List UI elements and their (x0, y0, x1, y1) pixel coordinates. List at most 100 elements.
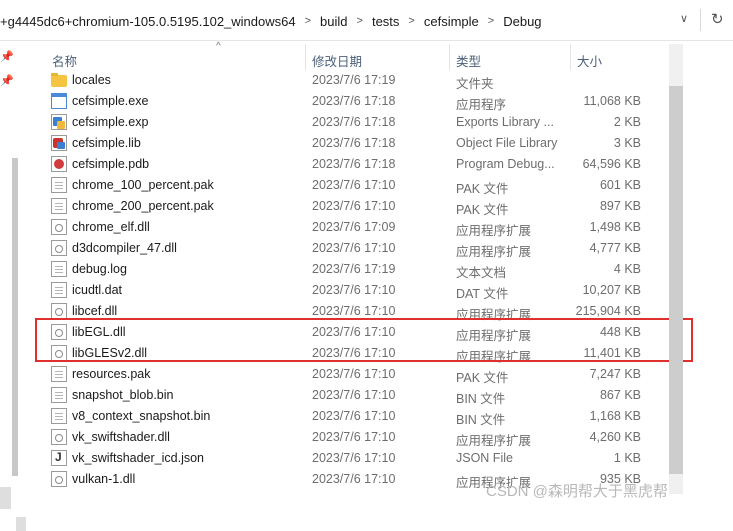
file-row[interactable]: chrome_elf.dll 2023/7/6 17:09 应用程序扩展 1,498 … (44, 217, 669, 238)
file-icon (51, 387, 67, 403)
chevron-right-icon[interactable]: > (408, 15, 414, 27)
file-row[interactable]: locales 2023/7/6 17:19 文件夹 (44, 70, 669, 91)
file-type: BIN 文件 (456, 392, 506, 406)
breadcrumb-item[interactable]: Debug (503, 14, 541, 29)
chevron-right-icon[interactable]: > (305, 15, 311, 27)
file-date: 2023/7/6 17:10 (312, 199, 396, 213)
file-row[interactable]: icudtl.dat 2023/7/6 17:10 DAT 文件 10,207 KB (44, 280, 669, 301)
file-row[interactable]: chrome_200_percent.pak 2023/7/6 17:10 PAK … (44, 196, 669, 217)
file-row[interactable]: v8_context_snapshot.bin 2023/7/6 17:10 BIN… (44, 406, 669, 427)
nav-scrollbar[interactable] (12, 158, 18, 476)
file-type: PAK 文件 (456, 203, 509, 217)
nav-item[interactable] (0, 487, 11, 509)
file-size: 64,596 KB (582, 157, 641, 171)
file-name: d3dcompiler_47.dll (72, 241, 177, 255)
file-size: 11,068 KB (583, 94, 641, 108)
file-icon (51, 282, 67, 298)
file-type: 文件夹 (456, 77, 494, 91)
file-type: 应用程序扩展 (456, 434, 532, 448)
column-name[interactable]: 名称 (52, 51, 77, 70)
column-header: ^ 名称 修改日期 类型 大小 (44, 41, 669, 70)
breadcrumb-item[interactable]: build (320, 14, 347, 29)
file-row[interactable]: snapshot_blob.bin 2023/7/6 17:10 BIN 文件 867… (44, 385, 669, 406)
sort-ascending-icon: ^ (216, 41, 221, 52)
file-date: 2023/7/6 17:10 (312, 283, 396, 297)
file-date: 2023/7/6 17:10 (312, 430, 396, 444)
chevron-down-icon[interactable]: ∨ (680, 12, 688, 25)
file-icon (51, 366, 67, 382)
file-date: 2023/7/6 17:10 (312, 388, 396, 402)
file-size: 215,904 KB (575, 304, 641, 318)
breadcrumb-item[interactable]: +g4445dc6+chromium-105.0.5195.102_window… (0, 14, 296, 29)
dll-icon (51, 219, 67, 235)
file-name: chrome_elf.dll (72, 220, 150, 234)
dll-icon (51, 429, 67, 445)
file-name: cefsimple.exe (72, 94, 149, 108)
pin-icon[interactable]: 📌 (0, 74, 14, 87)
file-size: 10,207 KB (582, 283, 641, 297)
column-divider[interactable] (449, 44, 450, 70)
scrollbar-thumb[interactable] (669, 86, 683, 474)
file-size: 7,247 KB (589, 367, 641, 381)
file-icon (51, 198, 67, 214)
file-row[interactable]: vk_swiftshader_icd.json 2023/7/6 17:10 JSO… (44, 448, 669, 469)
file-row[interactable]: cefsimple.lib 2023/7/6 17:18 Object File L… (44, 133, 669, 154)
file-row[interactable]: debug.log 2023/7/6 17:19 文本文档 4 KB (44, 259, 669, 280)
file-type: 文本文档 (456, 266, 507, 280)
file-name: debug.log (72, 262, 127, 276)
file-date: 2023/7/6 17:10 (312, 178, 396, 192)
chevron-right-icon[interactable]: > (357, 15, 363, 27)
file-name: cefsimple.pdb (72, 157, 150, 171)
file-row[interactable]: vk_swiftshader.dll 2023/7/6 17:10 应用程序扩展 4,… (44, 427, 669, 448)
column-divider[interactable] (305, 44, 306, 70)
file-name: v8_context_snapshot.bin (72, 409, 211, 423)
file-date: 2023/7/6 17:18 (312, 136, 396, 150)
breadcrumb-item[interactable]: cefsimple (424, 14, 479, 29)
exe-icon (51, 93, 67, 109)
file-type: DAT 文件 (456, 287, 509, 301)
file-row[interactable]: cefsimple.exp 2023/7/6 17:18 Exports Libra… (44, 112, 669, 133)
file-row[interactable]: cefsimple.pdb 2023/7/6 17:18 Program Debug… (44, 154, 669, 175)
file-name: locales (72, 73, 111, 87)
nav-item[interactable] (16, 517, 26, 531)
file-row[interactable]: d3dcompiler_47.dll 2023/7/6 17:10 应用程序扩展 4,… (44, 238, 669, 259)
file-size: 601 KB (599, 178, 641, 192)
watermark: CSDN @森明帮大于黑虎帮 (486, 483, 668, 500)
file-name: vk_swiftshader.dll (72, 430, 170, 444)
breadcrumb-item[interactable]: tests (372, 14, 399, 29)
file-date: 2023/7/6 17:18 (312, 115, 396, 129)
file-type: 应用程序扩展 (456, 224, 532, 238)
file-row[interactable]: chrome_100_percent.pak 2023/7/6 17:10 PAK … (44, 175, 669, 196)
file-date: 2023/7/6 17:10 (312, 472, 396, 486)
file-icon (51, 177, 67, 193)
file-date: 2023/7/6 17:10 (312, 304, 396, 318)
folder-icon (51, 73, 67, 87)
file-size: 4 KB (613, 262, 641, 276)
refresh-icon[interactable]: ↻ (711, 10, 724, 28)
file-type: JSON File (456, 451, 513, 465)
column-date[interactable]: 修改日期 (312, 51, 362, 70)
divider (700, 9, 701, 31)
file-size: 2 KB (613, 115, 641, 129)
file-date: 2023/7/6 17:18 (312, 157, 396, 171)
file-row[interactable]: resources.pak 2023/7/6 17:10 PAK 文件 7,247 K… (44, 364, 669, 385)
pin-icon[interactable]: 📌 (0, 50, 14, 63)
breadcrumb[interactable]: +g4445dc6+chromium-105.0.5195.102_window… (0, 12, 542, 30)
file-name: cefsimple.lib (72, 136, 141, 150)
file-date: 2023/7/6 17:10 (312, 409, 396, 423)
file-name: libcef.dll (72, 304, 118, 318)
file-size: 1,498 KB (589, 220, 641, 234)
file-date: 2023/7/6 17:09 (312, 220, 396, 234)
file-name: chrome_200_percent.pak (72, 199, 214, 213)
file-name: vk_swiftshader_icd.json (72, 451, 205, 465)
chevron-right-icon[interactable]: > (488, 15, 494, 27)
file-name: vulkan-1.dll (72, 472, 136, 486)
pdb-icon (51, 156, 67, 172)
address-bar[interactable]: +g4445dc6+chromium-105.0.5195.102_window… (0, 0, 733, 41)
lib-icon (51, 135, 67, 151)
exp-icon (51, 114, 67, 130)
column-size[interactable]: 大小 (577, 51, 602, 70)
column-divider[interactable] (570, 44, 571, 70)
column-type[interactable]: 类型 (456, 51, 481, 70)
file-row[interactable]: cefsimple.exe 2023/7/6 17:18 应用程序 11,068 KB (44, 91, 669, 112)
